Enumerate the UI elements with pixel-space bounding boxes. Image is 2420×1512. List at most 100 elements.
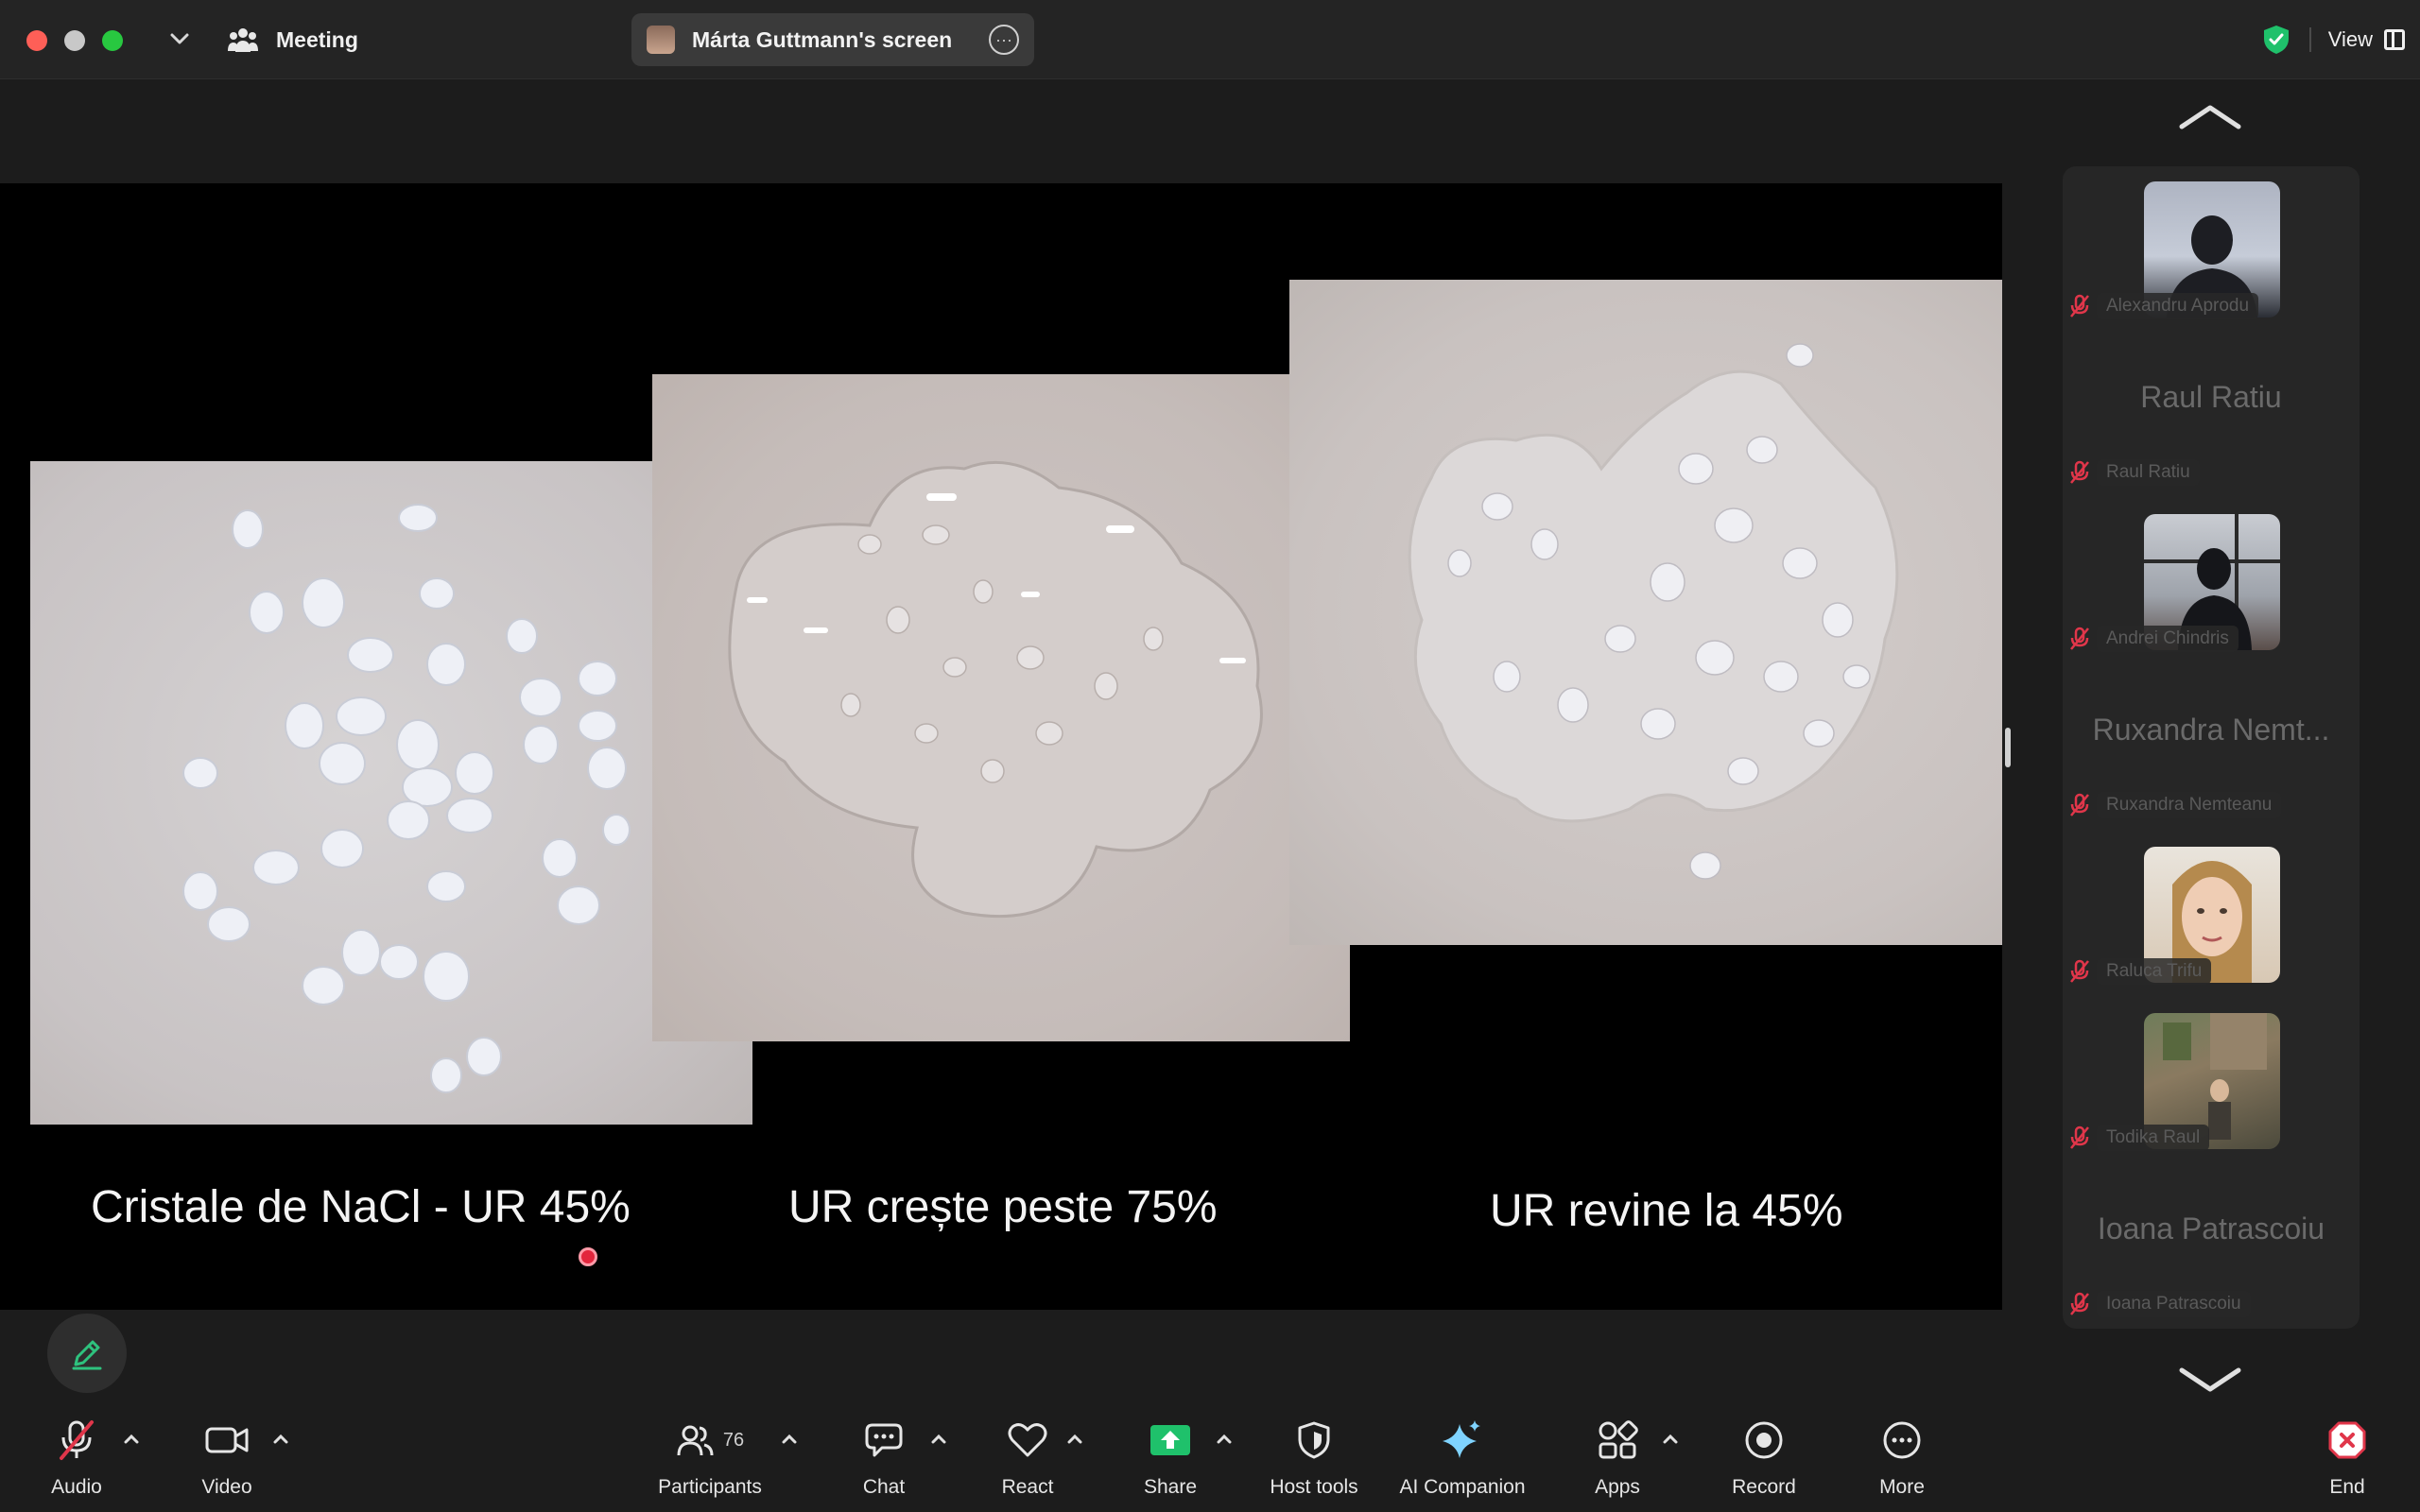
caption-1: Cristale de NaCl - UR 45% xyxy=(91,1182,631,1232)
video-camera-icon xyxy=(205,1427,249,1453)
record-button[interactable]: Record xyxy=(1726,1412,1802,1512)
laser-pointer xyxy=(579,1247,597,1266)
mic-muted-icon xyxy=(2070,1125,2089,1149)
participant-tile[interactable]: Andrei Chindris xyxy=(2063,499,2360,665)
shield-icon xyxy=(1298,1421,1330,1459)
chat-icon xyxy=(865,1423,903,1457)
close-window-button[interactable] xyxy=(26,30,47,51)
tile-footer: Raul Ratiu xyxy=(2068,459,2200,486)
apps-button[interactable]: Apps xyxy=(1594,1412,1641,1512)
mic-muted-icon xyxy=(60,1420,94,1460)
photo-salt-crystals-recrystallized xyxy=(1289,280,2002,945)
minimize-window-button[interactable] xyxy=(64,30,85,51)
presenter-avatar xyxy=(647,26,675,54)
host-tools-button[interactable]: Host tools xyxy=(1261,1412,1367,1512)
participants-button[interactable]: 76 Participants xyxy=(648,1412,771,1512)
participant-display-name: Ruxandra Nemt... xyxy=(2092,713,2330,747)
react-label: React xyxy=(1001,1476,1054,1498)
mic-muted-icon xyxy=(2070,959,2089,983)
participants-icon xyxy=(228,28,258,52)
participant-name: Raluca Trifu xyxy=(2097,958,2212,985)
video-label: Video xyxy=(201,1476,252,1498)
participant-tile[interactable]: Raluca Trifu xyxy=(2063,832,2360,998)
tile-footer: Alexandru Aprodu xyxy=(2068,293,2259,319)
apps-label: Apps xyxy=(1595,1476,1640,1498)
pencil-icon xyxy=(72,1340,102,1370)
view-label: View xyxy=(2327,27,2373,51)
security-shield-icon[interactable] xyxy=(2260,24,2292,56)
participant-gallery: Alexandru Aprodu Raul Ratiu Raul Ratiu A… xyxy=(2063,166,2360,1329)
participant-tile[interactable]: Alexandru Aprodu xyxy=(2063,166,2360,333)
meeting-toolbar: Audio Video 76 Participants Chat React S… xyxy=(0,1412,2420,1512)
view-button[interactable]: View xyxy=(2328,27,2405,52)
maximize-window-button[interactable] xyxy=(102,30,123,51)
mic-muted-icon xyxy=(2070,294,2089,318)
chat-options-caret-icon[interactable] xyxy=(928,1429,949,1450)
titlebar-right: View xyxy=(2260,17,2405,62)
ai-companion-button[interactable]: AI Companion xyxy=(1393,1412,1531,1512)
participant-display-name: Raul Ratiu xyxy=(2140,380,2282,414)
gallery-scroll-up-icon[interactable] xyxy=(2176,98,2244,136)
participant-tile[interactable]: Ruxandra Nemt... Ruxandra Nemteanu xyxy=(2063,665,2360,832)
participant-name: Ruxandra Nemteanu xyxy=(2097,792,2282,818)
participant-display-name: Ioana Patrascoiu xyxy=(2097,1211,2325,1246)
participant-tile[interactable]: Raul Ratiu Raul Ratiu xyxy=(2063,333,2360,499)
title-bar: Meeting Márta Guttmann's screen ··· View xyxy=(0,0,2420,79)
participant-name: Alexandru Aprodu xyxy=(2097,293,2259,319)
participants-icon xyxy=(677,1425,714,1456)
end-call-icon xyxy=(2328,1421,2366,1459)
more-options-icon[interactable]: ··· xyxy=(989,25,1019,55)
apps-icon xyxy=(1599,1420,1638,1459)
participants-options-caret-icon[interactable] xyxy=(779,1429,800,1450)
video-options-caret-icon[interactable] xyxy=(270,1429,291,1450)
screen-share-label: Márta Guttmann's screen xyxy=(692,26,953,52)
record-icon xyxy=(1745,1421,1783,1459)
audio-button[interactable]: Audio xyxy=(42,1412,112,1512)
screen-share-indicator[interactable]: Márta Guttmann's screen ··· xyxy=(631,13,1034,66)
audio-label: Audio xyxy=(51,1476,102,1498)
tile-footer: Raluca Trifu xyxy=(2068,958,2212,985)
react-options-caret-icon[interactable] xyxy=(1064,1429,1085,1450)
panel-resize-handle[interactable] xyxy=(2005,728,2011,767)
mic-muted-icon xyxy=(2070,1292,2089,1315)
participants-label: Participants xyxy=(658,1476,762,1498)
annotate-button[interactable] xyxy=(47,1314,127,1393)
chat-label: Chat xyxy=(862,1476,906,1498)
mic-muted-icon xyxy=(2070,627,2089,650)
tile-footer: Todika Raul xyxy=(2068,1125,2210,1151)
end-button[interactable]: End xyxy=(2322,1412,2373,1512)
shared-screen: Cristale de NaCl - UR 45% UR crește pest… xyxy=(0,183,2002,1310)
gallery-scroll-down-icon[interactable] xyxy=(2176,1361,2244,1399)
more-button[interactable]: More xyxy=(1874,1412,1930,1512)
meeting-title: Meeting xyxy=(276,26,358,52)
participant-tile[interactable]: Ioana Patrascoiu Ioana Patrascoiu xyxy=(2063,1164,2360,1331)
more-label: More xyxy=(1879,1476,1925,1498)
ai-companion-label: AI Companion xyxy=(1399,1476,1526,1498)
chevron-down-icon[interactable] xyxy=(168,25,191,53)
video-button[interactable]: Video xyxy=(193,1412,261,1512)
chat-button[interactable]: Chat xyxy=(855,1412,913,1512)
tile-footer: Andrei Chindris xyxy=(2068,626,2238,652)
audio-options-caret-icon[interactable] xyxy=(121,1429,142,1450)
photo-salt-crystals-wet xyxy=(652,374,1350,1041)
meeting-info[interactable]: Meeting xyxy=(227,21,358,59)
mic-muted-icon xyxy=(2070,460,2089,484)
share-options-caret-icon[interactable] xyxy=(1214,1429,1235,1450)
apps-options-caret-icon[interactable] xyxy=(1660,1429,1681,1450)
host-tools-label: Host tools xyxy=(1270,1476,1358,1498)
participant-name: Raul Ratiu xyxy=(2097,459,2200,486)
record-label: Record xyxy=(1732,1476,1796,1498)
share-button[interactable]: Share xyxy=(1138,1412,1202,1512)
share-label: Share xyxy=(1143,1476,1198,1498)
tile-footer: Ioana Patrascoiu xyxy=(2068,1291,2251,1317)
divider xyxy=(2308,27,2311,52)
react-button[interactable]: React xyxy=(996,1412,1059,1512)
heart-icon xyxy=(1008,1423,1047,1457)
layout-icon xyxy=(2384,29,2405,50)
tile-footer: Ruxandra Nemteanu xyxy=(2068,792,2282,818)
participant-name: Ioana Patrascoiu xyxy=(2097,1291,2251,1317)
end-label: End xyxy=(2329,1476,2365,1498)
participant-tile[interactable]: Todika Raul xyxy=(2063,998,2360,1164)
more-icon xyxy=(1883,1421,1921,1459)
zoom-meeting-window: Meeting Márta Guttmann's screen ··· View xyxy=(0,0,2420,1512)
